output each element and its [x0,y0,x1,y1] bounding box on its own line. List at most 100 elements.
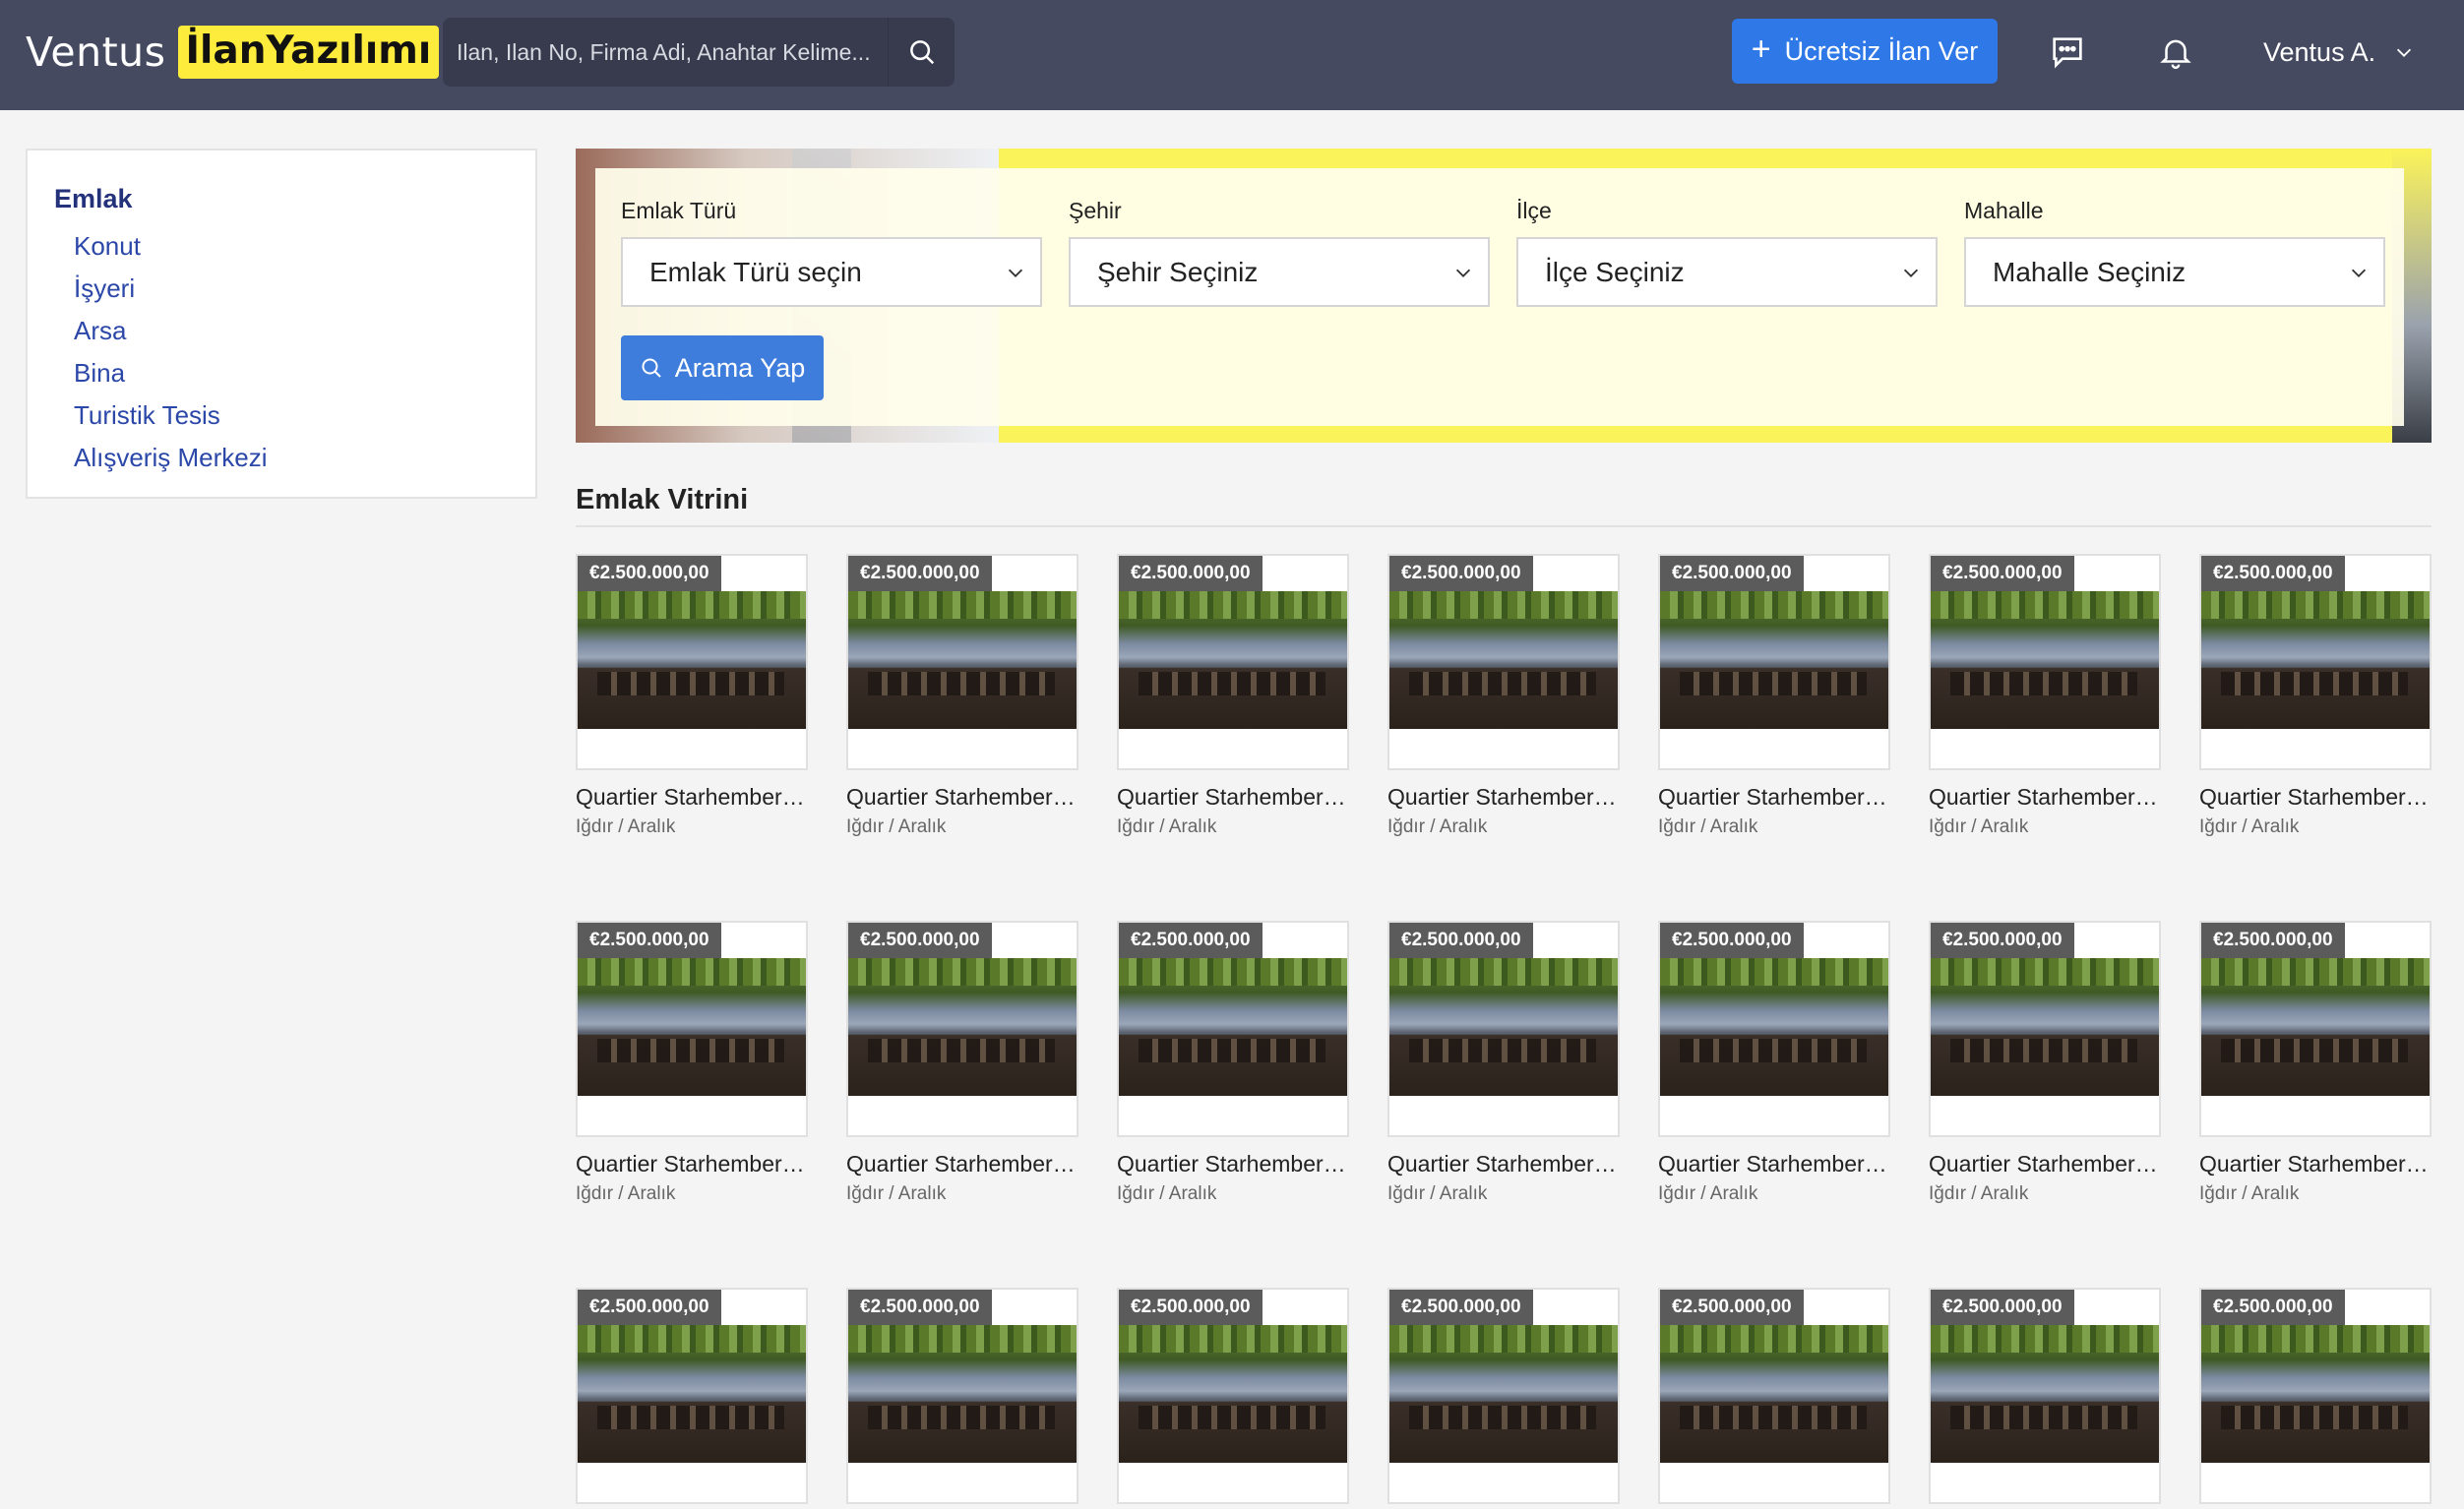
listing-image-frame[interactable]: €2.500.000,00 [576,554,808,770]
listing-title[interactable]: Quartier Starhemberg Residences [846,1151,1078,1177]
logo-text: Ventus [26,29,166,76]
listing-card[interactable]: €2.500.000,00Quartier Starhemberg Reside… [576,1288,808,1509]
search-button[interactable] [888,18,955,87]
listing-card[interactable]: €2.500.000,00 Quartier Starhemberg Reside… [846,921,1078,1205]
listing-image-frame[interactable]: €2.500.000,00 [846,554,1078,770]
listing-image-frame[interactable]: €2.500.000,00 [1387,921,1620,1137]
listing-card[interactable]: €2.500.000,00 Quartier Starhemberg Reside… [1929,921,2161,1205]
listing-location: Iğdır / Aralık [576,816,676,837]
listing-price-badge: €2.500.000,00 [1660,1290,1804,1325]
top-navbar: Ventus İlanYazılımı + Ücretsiz İlan Ver [0,0,2464,110]
showcase-title: Emlak Vitrini [576,484,749,515]
listing-image-frame[interactable]: €2.500.000,00 [576,921,808,1137]
listing-card[interactable]: €2.500.000,00 Quartier Starhemberg Reside… [1387,921,1620,1205]
listing-image-frame[interactable]: €2.500.000,00 [1658,554,1890,770]
listing-image-frame[interactable]: €2.500.000,00 [2199,921,2432,1137]
listing-card[interactable]: €2.500.000,00 Quartier Starhemberg Reside… [576,921,808,1205]
listing-card[interactable]: €2.500.000,00Quartier Starhemberg Reside… [1658,1288,1890,1509]
listing-price-badge: €2.500.000,00 [848,556,992,591]
sidebar-item-turistik-tesis[interactable]: Turistik Tesis [74,394,267,437]
sidebar-category-list: Konut İşyeri Arsa Bina Turistik Tesis Al… [74,225,267,479]
listing-card[interactable]: €2.500.000,00 Quartier Starhemberg Reside… [1117,921,1349,1205]
listing-price-badge: €2.500.000,00 [1389,556,1533,591]
listing-image-frame[interactable]: €2.500.000,00 [1117,1288,1349,1504]
listing-card[interactable]: €2.500.000,00 Quartier Starhemberg Reside… [2199,554,2432,838]
listing-title[interactable]: Quartier Starhemberg Residences [2199,784,2432,811]
search-icon [909,40,934,65]
neighborhood-select[interactable]: Mahalle Seçiniz [1964,237,2385,307]
listing-title[interactable]: Quartier Starhemberg Residences [2199,1151,2432,1177]
listing-photo [578,591,806,729]
listing-card[interactable]: €2.500.000,00 Quartier Starhemberg Reside… [1929,554,2161,838]
listing-title[interactable]: Quartier Starhemberg Residences [846,784,1078,811]
listing-title[interactable]: Quartier Starhemberg Residences [1929,784,2161,811]
sidebar-item-alisveris-merkezi[interactable]: Alışveriş Merkezi [74,437,267,479]
listing-title[interactable]: Quartier Starhemberg Residences [1387,1151,1620,1177]
sidebar-item-konut[interactable]: Konut [74,225,267,268]
notifications-button[interactable] [2153,30,2198,75]
listing-card[interactable]: €2.500.000,00Quartier Starhemberg Reside… [1387,1288,1620,1509]
listing-title[interactable]: Quartier Starhemberg Residences [576,784,808,811]
listing-card[interactable]: €2.500.000,00 Quartier Starhemberg Reside… [2199,921,2432,1205]
user-menu[interactable]: Ventus A. [2263,30,2415,75]
listing-image-frame[interactable]: €2.500.000,00 [1658,1288,1890,1504]
plus-icon: + [1751,30,1771,68]
listing-card[interactable]: €2.500.000,00Quartier Starhemberg Reside… [1929,1288,2161,1509]
brand-logo[interactable]: Ventus İlanYazılımı [26,24,440,81]
search-banner: Emlak Türü Emlak Türü seçin Şehir Şehir … [576,149,2432,443]
listing-title[interactable]: Quartier Starhemberg Residences [1387,784,1620,811]
listing-title[interactable]: Quartier Starhemberg Residences [1658,1151,1890,1177]
listing-image-frame[interactable]: €2.500.000,00 [846,1288,1078,1504]
listing-card[interactable]: €2.500.000,00 Quartier Starhemberg Reside… [846,554,1078,838]
filter-district: İlçe İlçe Seçiniz [1516,198,1938,307]
listing-price-badge: €2.500.000,00 [1389,1290,1533,1325]
listing-title[interactable]: Quartier Starhemberg Residences [1117,784,1349,811]
sidebar-item-bina[interactable]: Bina [74,352,267,394]
messages-button[interactable] [2045,30,2090,75]
listing-card[interactable]: €2.500.000,00 Quartier Starhemberg Reside… [1387,554,1620,838]
listing-image-frame[interactable]: €2.500.000,00 [1387,554,1620,770]
listing-image-frame[interactable]: €2.500.000,00 [2199,1288,2432,1504]
listing-image-frame[interactable]: €2.500.000,00 [1929,1288,2161,1504]
listing-card[interactable]: €2.500.000,00 Quartier Starhemberg Reside… [1658,554,1890,838]
listing-title[interactable]: Quartier Starhemberg Residences [576,1151,808,1177]
listing-card[interactable]: €2.500.000,00 Quartier Starhemberg Reside… [576,554,808,838]
listing-location: Iğdır / Aralık [576,1183,676,1204]
post-free-listing-label: Ücretsiz İlan Ver [1784,35,1979,66]
listing-image-frame[interactable]: €2.500.000,00 [1387,1288,1620,1504]
listing-image-frame[interactable]: €2.500.000,00 [2199,554,2432,770]
listing-image-frame[interactable]: €2.500.000,00 [1929,554,2161,770]
filter-property-type-label: Emlak Türü [621,198,737,223]
listing-photo [1660,958,1888,1096]
chevron-down-icon [1008,269,1023,277]
city-select[interactable]: Şehir Seçiniz [1069,237,1490,307]
listing-photo [1119,1325,1347,1463]
listing-image-frame[interactable]: €2.500.000,00 [846,921,1078,1137]
listing-card[interactable]: €2.500.000,00Quartier Starhemberg Reside… [2199,1288,2432,1509]
listing-card[interactable]: €2.500.000,00Quartier Starhemberg Reside… [846,1288,1078,1509]
post-free-listing-button[interactable]: + Ücretsiz İlan Ver [1732,19,1998,84]
listing-price-badge: €2.500.000,00 [578,556,721,591]
logo-badge: İlanYazılımı [177,26,440,79]
property-type-select[interactable]: Emlak Türü seçin [621,237,1042,307]
listing-photo [1389,591,1618,729]
district-select[interactable]: İlçe Seçiniz [1516,237,1938,307]
search-submit-button[interactable]: Arama Yap [621,335,824,400]
listing-card[interactable]: €2.500.000,00Quartier Starhemberg Reside… [1117,1288,1349,1509]
listing-title[interactable]: Quartier Starhemberg Residences [1658,784,1890,811]
listing-image-frame[interactable]: €2.500.000,00 [1117,554,1349,770]
sidebar-title-emlak[interactable]: Emlak [54,184,133,214]
listing-image-frame[interactable]: €2.500.000,00 [576,1288,808,1504]
listing-image-frame[interactable]: €2.500.000,00 [1117,921,1349,1137]
listing-card[interactable]: €2.500.000,00 Quartier Starhemberg Reside… [1117,554,1349,838]
listing-title[interactable]: Quartier Starhemberg Residences [1929,1151,2161,1177]
sidebar-item-arsa[interactable]: Arsa [74,310,267,352]
listing-title[interactable]: Quartier Starhemberg Residences [1117,1151,1349,1177]
listing-price-badge: €2.500.000,00 [848,1290,992,1325]
search-input[interactable] [443,18,888,87]
listing-image-frame[interactable]: €2.500.000,00 [1929,921,2161,1137]
bell-icon [2160,39,2191,70]
sidebar-item-isyeri[interactable]: İşyeri [74,268,267,310]
listing-card[interactable]: €2.500.000,00 Quartier Starhemberg Reside… [1658,921,1890,1205]
listing-image-frame[interactable]: €2.500.000,00 [1658,921,1890,1137]
